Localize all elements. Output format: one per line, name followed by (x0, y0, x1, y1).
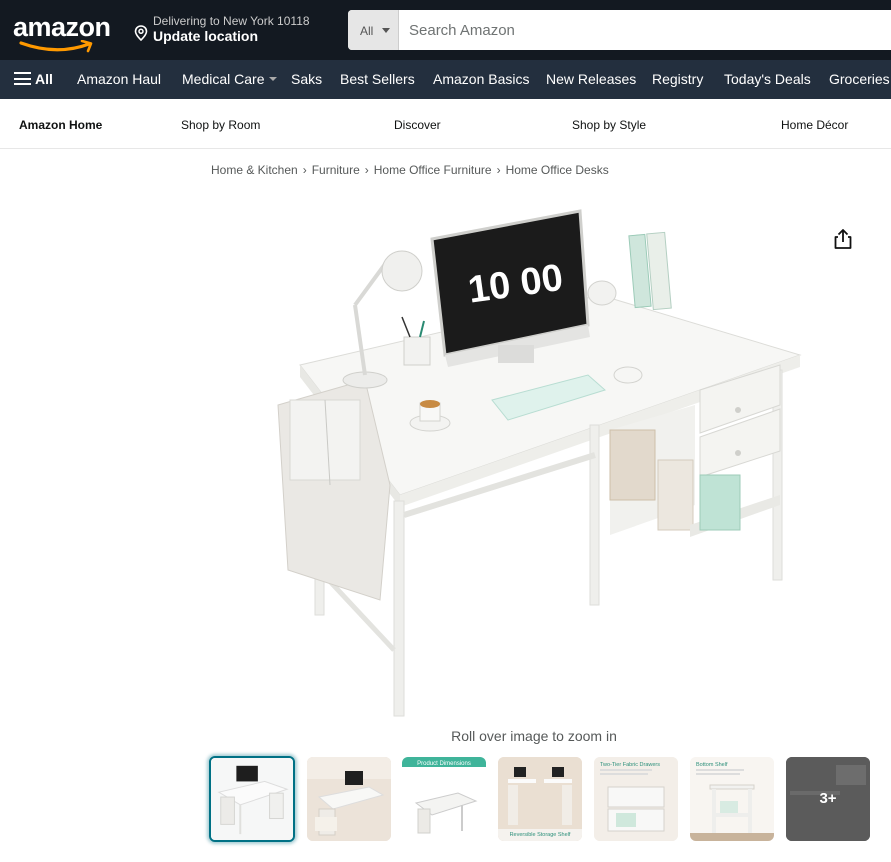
logo-text: amazon (13, 12, 111, 42)
thumbnail-image (307, 757, 391, 841)
search-input[interactable] (399, 10, 891, 50)
nav-item-new-releases[interactable]: New Releases (546, 71, 636, 87)
nav-item-todays-deals[interactable]: Today's Deals (724, 71, 811, 87)
thumbnail-image: Two-Tier Fabric Drawers (594, 757, 678, 841)
breadcrumb-link[interactable]: Furniture (312, 163, 360, 177)
thumbnail-image: Reversible Storage Shelf (498, 757, 582, 841)
product-main-image[interactable]: 10 00 (270, 205, 810, 725)
thumbnail-image (211, 758, 293, 840)
subnav-amazon-home[interactable]: Amazon Home (19, 118, 102, 132)
location-pin-icon (134, 25, 148, 41)
nav-item-label: Medical Care (182, 71, 265, 87)
more-images-button[interactable]: 3+ (786, 757, 870, 841)
zoom-hint: Roll over image to zoom in (451, 728, 617, 744)
nav-item-registry[interactable]: Registry (652, 71, 703, 87)
all-menu-button[interactable]: All (14, 71, 53, 87)
search-category-dropdown[interactable]: All (348, 10, 399, 50)
chevron-down-icon (382, 28, 390, 33)
thumbnail-caption: Product Dimensions (417, 761, 471, 767)
subnav-discover[interactable]: Discover (394, 118, 441, 132)
nav-item-best-sellers[interactable]: Best Sellers (340, 71, 415, 87)
thumbnail-4[interactable]: Reversible Storage Shelf (498, 757, 582, 841)
nav-item-saks[interactable]: Saks (291, 71, 322, 87)
store-subnav: Amazon Home Shop by Room Discover Shop b… (0, 99, 891, 149)
subnav-shop-by-room[interactable]: Shop by Room (181, 118, 260, 132)
nav-item-groceries[interactable]: Groceries (829, 71, 890, 87)
caret-down-icon (269, 77, 278, 81)
breadcrumb-link[interactable]: Home Office Desks (506, 163, 609, 177)
thumbnail-3[interactable]: Product Dimensions (402, 757, 486, 841)
thumbnail-caption: Reversible Storage Shelf (510, 832, 571, 838)
breadcrumb-link[interactable]: Home & Kitchen (211, 163, 298, 177)
top-header: amazon Delivering to New York 10118 Upda… (0, 0, 891, 60)
nav-item-medical-care[interactable]: Medical Care (182, 71, 278, 87)
breadcrumb: Home & Kitchen › Furniture › Home Office Fur… (211, 163, 609, 177)
breadcrumb-separator-icon: › (496, 163, 501, 177)
amazon-logo[interactable]: amazon (13, 10, 113, 54)
breadcrumb-separator-icon: › (302, 163, 307, 177)
logo-smile-icon (19, 40, 93, 53)
delivery-line-1: Delivering to New York 10118 (153, 14, 310, 28)
thumbnail-image: Product Dimensions (402, 757, 486, 841)
thumbnail-caption: Two-Tier Fabric Drawers (600, 762, 660, 768)
share-icon[interactable] (832, 228, 854, 250)
thumbnail-5[interactable]: Two-Tier Fabric Drawers (594, 757, 678, 841)
thumbnail-1[interactable] (209, 756, 295, 842)
thumbnail-caption: Bottom Shelf (696, 762, 728, 768)
main-nav: All Amazon Haul Medical Care Saks Best S… (0, 60, 891, 99)
image-thumbnails: Product Dimensions Reversible Storage Sh… (0, 756, 891, 842)
thumbnail-2[interactable] (307, 757, 391, 841)
thumbnail-6[interactable]: Bottom Shelf (690, 757, 774, 841)
nav-item-amazon-basics[interactable]: Amazon Basics (433, 71, 529, 87)
more-images-count: 3+ (819, 790, 837, 807)
hamburger-icon (14, 72, 31, 85)
subnav-home-decor[interactable]: Home Décor (781, 118, 848, 132)
delivery-location[interactable]: Delivering to New York 10118 Update loca… (134, 14, 334, 48)
subnav-shop-by-style[interactable]: Shop by Style (572, 118, 646, 132)
delivery-line-2: Update location (153, 28, 259, 44)
breadcrumb-separator-icon: › (364, 163, 369, 177)
nav-item-amazon-haul[interactable]: Amazon Haul (77, 71, 161, 87)
thumbnail-image: Bottom Shelf (690, 757, 774, 841)
search-category-label: All (360, 24, 374, 38)
search-bar: All (348, 10, 891, 50)
all-menu-label: All (35, 71, 53, 87)
breadcrumb-link[interactable]: Home Office Furniture (374, 163, 492, 177)
